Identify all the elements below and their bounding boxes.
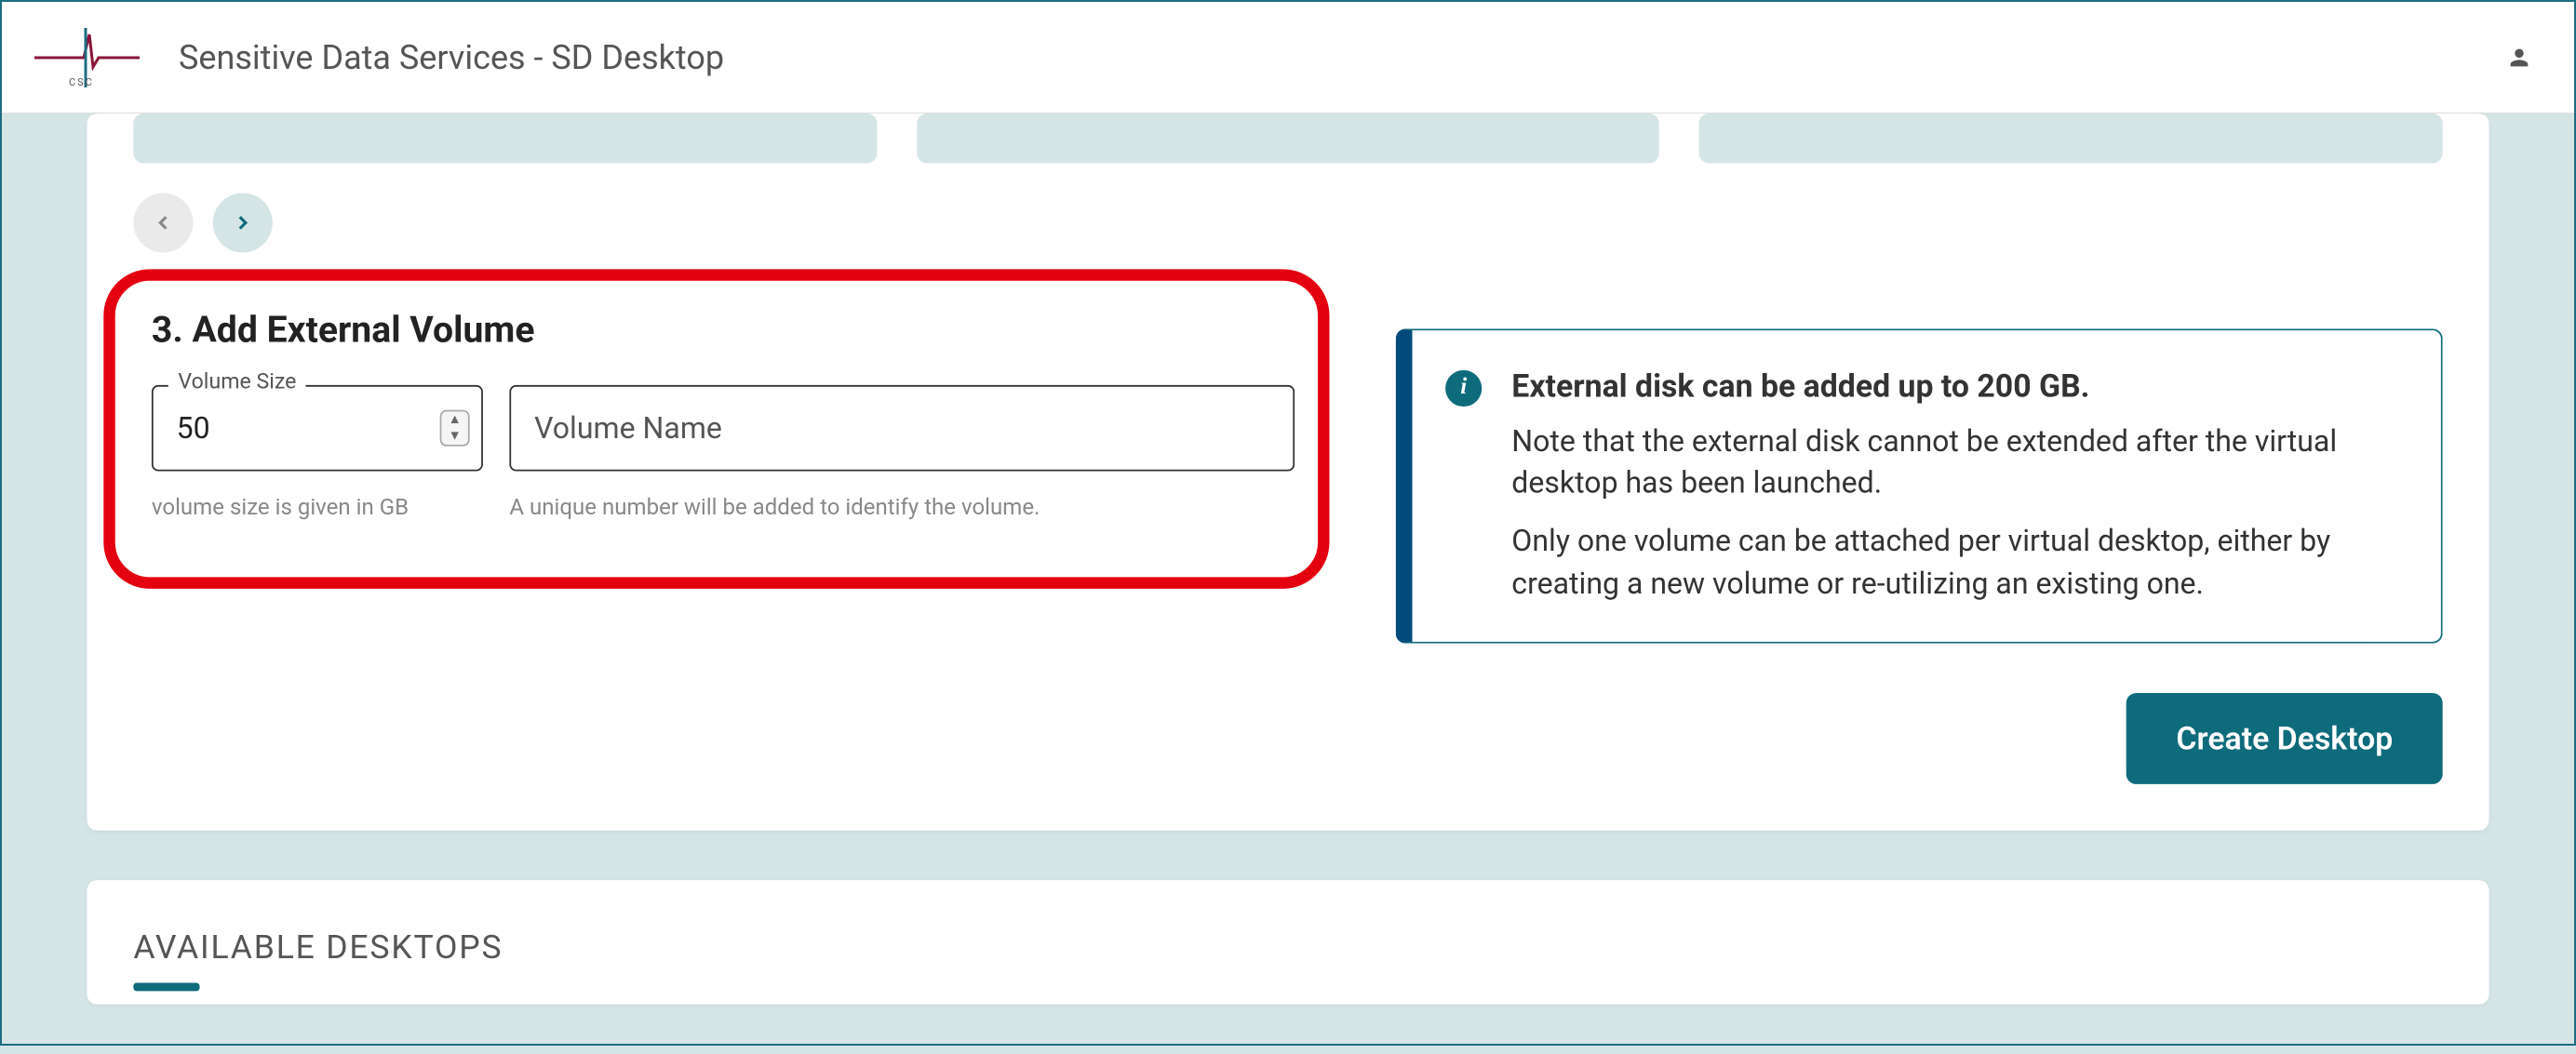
page-title: Sensitive Data Services - SD Desktop	[179, 38, 724, 77]
user-account-icon[interactable]	[2506, 45, 2532, 71]
info-icon: i	[1445, 370, 1482, 407]
available-desktops-heading: AVAILABLE DESKTOPS	[133, 927, 2442, 967]
volume-size-input[interactable]	[152, 385, 483, 472]
volume-name-helper: A unique number will be added to identif…	[509, 494, 1295, 520]
available-desktops-card: AVAILABLE DESKTOPS	[87, 880, 2489, 1005]
svg-text:CSC: CSC	[69, 76, 94, 88]
volume-name-input[interactable]	[509, 385, 1295, 472]
flavor-option[interactable]	[917, 113, 1660, 163]
chevron-down-icon: ▼	[441, 428, 467, 445]
volume-size-helper: volume size is given in GB	[152, 494, 483, 520]
info-title: External disk can be added up to 200 GB.	[1511, 367, 2401, 405]
volume-size-stepper[interactable]: ▲ ▼	[440, 410, 470, 447]
info-paragraph: Only one volume can be attached per virt…	[1511, 522, 2401, 606]
flavor-nav	[133, 193, 2442, 252]
prev-button[interactable]	[133, 193, 193, 252]
volume-info-alert: i External disk can be added up to 200 G…	[1396, 328, 2443, 643]
next-button[interactable]	[213, 193, 273, 252]
add-volume-highlight: 3. Add External Volume Volume Size ▲ ▼	[103, 269, 1329, 589]
heading-underline	[133, 982, 199, 991]
section-heading: 3. Add External Volume	[152, 311, 1295, 353]
flavor-option[interactable]	[133, 113, 877, 163]
flavor-option-row	[133, 113, 2442, 163]
volume-size-label: Volume Size	[168, 370, 306, 395]
create-desktop-button[interactable]: Create Desktop	[2127, 693, 2443, 784]
create-desktop-card: 3. Add External Volume Volume Size ▲ ▼	[87, 113, 2489, 830]
chevron-up-icon: ▲	[441, 411, 467, 428]
csc-logo: CSC	[30, 20, 141, 95]
app-header: CSC Sensitive Data Services - SD Desktop	[2, 2, 2574, 113]
flavor-option[interactable]	[1699, 113, 2443, 163]
info-paragraph: Note that the external disk cannot be ex…	[1511, 421, 2401, 505]
